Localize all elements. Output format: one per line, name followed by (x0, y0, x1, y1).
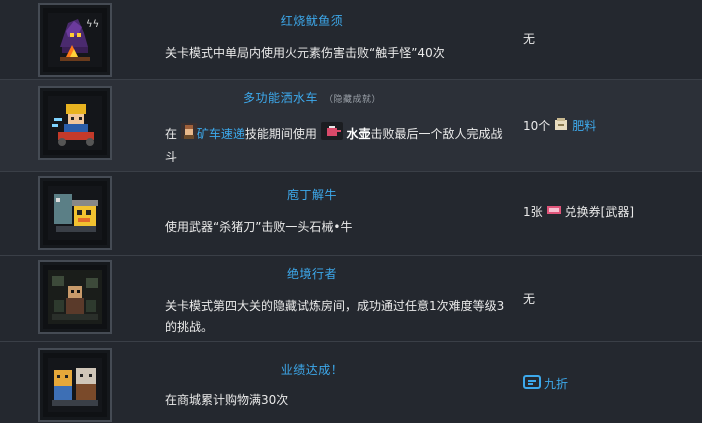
fertilizer-bag-icon (553, 117, 569, 134)
reward-text: 无 (523, 32, 536, 46)
miner-sprinkler-icon (38, 86, 112, 160)
cave-walker-icon (38, 260, 112, 334)
hidden-tag: （隐藏成就） (324, 95, 382, 105)
achievement-row: ϟϟ 红烧鱿鱼须 关卡模式中单局内使用火元素伤害击败“触手怪”40次 无 (0, 0, 702, 80)
achievement-desc: 使用武器“杀猪刀”击败一头石械•牛 (165, 220, 353, 234)
achievement-row: 业绩达成！ 在商城累计购物满30次 九折 (0, 342, 702, 423)
achievement-title: 庖丁解牛 (112, 186, 512, 203)
achievement-title: 红烧鱿鱼须 (112, 12, 512, 29)
achievement-reward: 10个 肥料 (523, 117, 596, 134)
squid-wizard-icon: ϟϟ (38, 3, 112, 77)
reward-item: 兑换券[武器] (564, 205, 635, 219)
shopper-pair-icon (38, 348, 112, 422)
achievement-title-text: 红烧鱿鱼须 (280, 14, 344, 28)
achievement-title-text: 业绩达成！ (280, 363, 344, 377)
achievement-title: 绝境行者 (112, 265, 512, 282)
achievement-desc: 在 矿车速递技能期间使用 水壶击败最后一个敌人完成战斗 (165, 122, 510, 168)
achievement-reward: 九折 (523, 375, 568, 392)
achievement-table: ϟϟ 红烧鱿鱼须 关卡模式中单局内使用火元素伤害击败“触手怪”40次 无 多功能… (0, 0, 702, 423)
svg-text:ϟϟ: ϟϟ (86, 19, 99, 30)
reward-count: 10个 (523, 119, 551, 133)
item-name: 水壶 (346, 127, 371, 141)
achievement-desc: 关卡模式第四大关的隐藏试炼房间，成功通过任意1次难度等级3的挑战。 (165, 299, 505, 334)
reward-item: 九折 (544, 377, 569, 391)
skill-name: 矿车速递 (196, 127, 245, 141)
achievement-reward: 无 (523, 30, 535, 47)
voucher-icon (546, 204, 562, 219)
achievement-reward: 1张 兑换券[武器] (523, 203, 634, 220)
achievement-row: 多功能洒水车 （隐藏成就） 在 矿车速递技能期间使用 水壶击败最后一个敌人完成战斗… (0, 80, 702, 172)
achievement-desc: 在商城累计购物满30次 (165, 393, 289, 407)
reward-count: 1张 (523, 205, 543, 219)
miner-portrait-icon (180, 123, 197, 146)
kettle-icon (320, 122, 343, 147)
knight-bull-icon (38, 176, 112, 250)
desc-text: 在 (165, 127, 178, 141)
achievement-title-text: 庖丁解牛 (286, 188, 337, 202)
achievement-reward: 无 (523, 290, 535, 307)
achievement-title: 多功能洒水车 （隐藏成就） (112, 89, 512, 106)
achievement-row: 庖丁解牛 使用武器“杀猪刀”击败一头石械•牛 1张 兑换券[武器] (0, 172, 702, 256)
achievement-title: 业绩达成！ (112, 361, 512, 378)
reward-item: 肥料 (572, 119, 597, 133)
achievement-desc: 关卡模式中单局内使用火元素伤害击败“触手怪”40次 (165, 46, 445, 60)
achievement-title-text: 多功能洒水车 (242, 91, 318, 105)
discount-ticket-icon (523, 375, 541, 392)
reward-text: 无 (523, 292, 536, 306)
desc-text: 技能期间使用 (244, 127, 317, 141)
achievement-row: 绝境行者 关卡模式第四大关的隐藏试炼房间，成功通过任意1次难度等级3的挑战。 无 (0, 256, 702, 342)
achievement-title-text: 绝境行者 (286, 267, 337, 281)
